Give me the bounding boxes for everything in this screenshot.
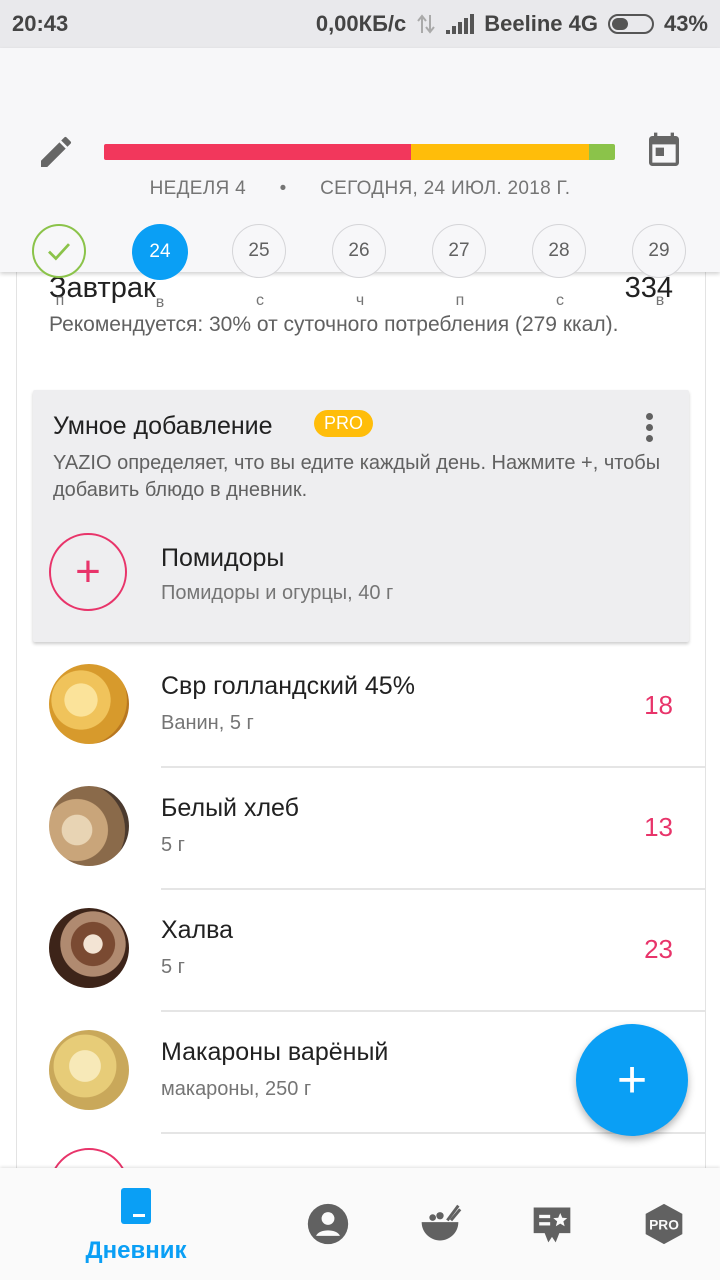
clock: 20:43 xyxy=(12,11,69,36)
smart-add-description: YAZIO определяет, что вы едите каждый де… xyxy=(53,452,661,501)
day-tuesday[interactable]: 24 в xyxy=(132,224,188,312)
food-item[interactable]: Белый хлеб 5 г 13 xyxy=(17,768,705,890)
food-detail: макароны, 250 г xyxy=(161,1078,312,1100)
day-thursday[interactable]: 26 ч xyxy=(332,224,388,310)
food-thumbnail xyxy=(49,1030,129,1110)
diary-icon xyxy=(121,1188,151,1224)
day-circle[interactable]: 25 xyxy=(232,224,286,278)
data-transfer-icon xyxy=(417,14,436,34)
carrier: Beeline 4G xyxy=(484,11,598,36)
food-name: Свр голландский 45% xyxy=(161,672,415,700)
meal-recommendation: Рекомендуется: 30% от суточного потребле… xyxy=(49,313,619,336)
status-bar: 20:43 0,00КБ/с Beeline 4G 43% xyxy=(0,0,720,48)
food-detail: Ванин, 5 г xyxy=(161,712,254,734)
coach-icon[interactable] xyxy=(530,1202,574,1246)
add-food-button[interactable] xyxy=(49,1148,129,1168)
edit-icon[interactable] xyxy=(36,132,76,172)
food-kcal: 23 xyxy=(644,934,673,964)
battery-icon xyxy=(607,14,654,34)
suggestion-detail: Помидоры и огурцы, 40 г xyxy=(161,582,394,604)
day-friday[interactable]: 27 п xyxy=(432,224,488,310)
food-detail: 5 г xyxy=(161,956,185,978)
day-label: ч xyxy=(355,292,365,309)
network-speed: 0,00КБ/с xyxy=(315,11,407,36)
food-item[interactable]: Халва 5 г 23 xyxy=(17,890,705,1012)
food-name: Макароны варёный xyxy=(161,1038,389,1066)
food-name: Халва xyxy=(161,916,234,944)
day-circle[interactable]: 28 xyxy=(532,224,586,278)
week-label: НЕДЕЛЯ 4 xyxy=(149,178,246,199)
day-label: в xyxy=(155,294,165,311)
nav-diary[interactable]: Дневник xyxy=(64,1186,208,1265)
day-label: п xyxy=(55,292,65,309)
week-date-line: НЕДЕЛЯ 4 • СЕГОДНЯ, 24 ИЮЛ. 2018 Г. xyxy=(0,178,720,200)
day-label: с xyxy=(256,292,264,309)
date-label: СЕГОДНЯ, 24 ИЮЛ. 2018 Г. xyxy=(320,178,571,199)
nav-diary-label: Дневник xyxy=(85,1237,187,1264)
food-name: Белый хлеб xyxy=(161,794,299,822)
battery-percent: 43% xyxy=(663,11,708,36)
progress-segment-yellow xyxy=(410,144,590,160)
pro-icon[interactable]: PRO xyxy=(642,1202,686,1246)
suggestion-name[interactable]: Помидоры xyxy=(161,544,284,573)
progress-segment-green xyxy=(589,144,615,160)
day-selector: п 24 в 25 с 26 ч 27 п 28 с 29 в xyxy=(0,224,720,314)
smart-add-title: Умное добавление xyxy=(53,412,273,440)
bottom-navigation: Дневник PRO xyxy=(0,1168,720,1280)
day-monday[interactable]: п xyxy=(32,224,88,310)
signal-icon xyxy=(446,14,475,34)
day-label: п xyxy=(455,292,465,309)
day-label: с xyxy=(556,292,564,309)
add-fab-button[interactable]: + xyxy=(576,1024,688,1136)
diary-header: НЕДЕЛЯ 4 • СЕГОДНЯ, 24 ИЮЛ. 2018 Г. п 24… xyxy=(0,48,720,311)
progress-segment-red xyxy=(104,144,411,160)
checkmark-icon xyxy=(48,243,71,261)
day-circle[interactable] xyxy=(32,224,86,278)
food-detail: 5 г xyxy=(161,834,185,856)
food-thumbnail xyxy=(49,786,129,866)
day-wednesday[interactable]: 25 с xyxy=(232,224,288,310)
calendar-icon[interactable] xyxy=(644,130,684,172)
status-indicators: 0,00КБ/с Beeline 4G 43% xyxy=(316,11,708,37)
day-circle[interactable]: 26 xyxy=(332,224,386,278)
recipes-icon[interactable] xyxy=(418,1202,462,1246)
day-circle[interactable]: 27 xyxy=(432,224,486,278)
day-sunday[interactable]: 29 в xyxy=(632,224,688,310)
calorie-progress-bar xyxy=(104,144,615,160)
food-kcal: 13 xyxy=(644,812,673,842)
day-saturday[interactable]: 28 с xyxy=(532,224,588,310)
pro-icon-label: PRO xyxy=(649,1218,679,1233)
food-kcal: 18 xyxy=(644,690,673,720)
more-vert-icon[interactable] xyxy=(637,410,661,450)
add-suggestion-button[interactable]: + xyxy=(49,533,127,611)
day-circle[interactable]: 24 xyxy=(132,224,188,280)
pro-badge: PRO xyxy=(314,410,374,437)
separator: • xyxy=(279,178,287,199)
food-thumbnail xyxy=(49,664,129,744)
profile-icon[interactable] xyxy=(306,1202,350,1246)
food-item[interactable]: Свр голландский 45% Ванин, 5 г 18 xyxy=(17,646,705,768)
day-label: в xyxy=(655,292,665,309)
day-circle[interactable]: 29 xyxy=(632,224,686,278)
food-thumbnail xyxy=(49,908,129,988)
smart-add-card: Умное добавление PRO YAZIO определяет, ч… xyxy=(33,390,689,642)
